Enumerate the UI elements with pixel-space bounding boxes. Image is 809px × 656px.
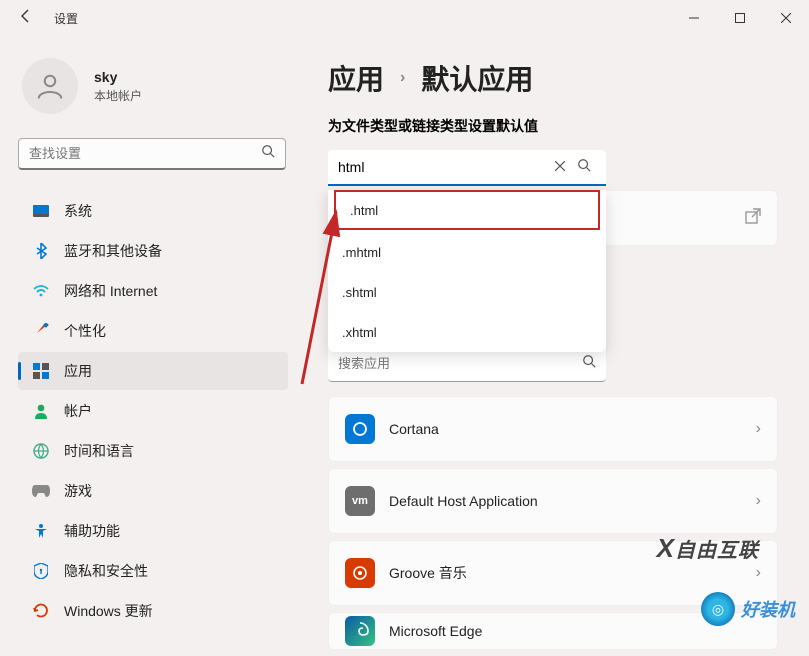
monitor-icon: [32, 202, 50, 220]
maximize-button[interactable]: [717, 0, 763, 36]
nav-label: 蓝牙和其他设备: [64, 241, 162, 261]
back-button[interactable]: [18, 8, 34, 29]
bluetooth-icon: [32, 242, 50, 260]
search-icon: [582, 354, 596, 373]
app-name: Groove 音乐: [389, 563, 756, 583]
close-button[interactable]: [763, 0, 809, 36]
app-name: Default Host Application: [389, 493, 756, 509]
groove-icon: [345, 558, 375, 588]
user-type: 本地帐户: [94, 87, 142, 104]
nav-system[interactable]: 系统: [18, 192, 288, 230]
nav-label: 时间和语言: [64, 441, 134, 461]
nav-personalization[interactable]: 个性化: [18, 312, 288, 350]
nav-label: 辅助功能: [64, 521, 120, 541]
update-icon: [32, 602, 50, 620]
nav-network[interactable]: 网络和 Internet: [18, 272, 288, 310]
settings-search-input[interactable]: [29, 146, 261, 161]
nav-label: 系统: [64, 201, 92, 221]
suggestions-dropdown: .html .mhtml .shtml .xhtml: [328, 190, 606, 352]
nav-update[interactable]: Windows 更新: [18, 592, 288, 630]
nav-accounts[interactable]: 帐户: [18, 392, 288, 430]
minimize-button[interactable]: [671, 0, 717, 36]
nav-time-language[interactable]: 时间和语言: [18, 432, 288, 470]
nav-label: 帐户: [64, 401, 92, 421]
suggestion-item-xhtml[interactable]: .xhtml: [328, 312, 606, 352]
breadcrumb-separator: ›: [400, 69, 405, 87]
breadcrumb: 应用 › 默认应用: [328, 58, 783, 98]
filetype-search-input[interactable]: [338, 159, 548, 175]
search-icon: [261, 144, 275, 163]
avatar: [22, 58, 78, 114]
nav: 系统 蓝牙和其他设备 网络和 Internet 个性化 应用 帐户 时间和语言: [18, 192, 288, 630]
gamepad-icon: [32, 482, 50, 500]
window-title: 设置: [54, 10, 78, 27]
apps-icon: [32, 362, 50, 380]
sidebar: sky 本地帐户 系统 蓝牙和其他设备 网络和 Internet 个性化 应用: [18, 58, 288, 630]
app-search-input[interactable]: [338, 356, 582, 371]
vm-icon: vm: [345, 486, 375, 516]
watermark-2: ◎ 好装机: [701, 592, 795, 626]
suggestion-item-shtml[interactable]: .shtml: [328, 272, 606, 312]
chevron-right-icon: ›: [756, 420, 761, 438]
suggestion-item-html[interactable]: .html: [334, 190, 600, 230]
section-subtitle: 为文件类型或链接类型设置默认值: [328, 116, 783, 136]
nav-label: 个性化: [64, 321, 106, 341]
watermark-logo-icon: ◎: [701, 592, 735, 626]
app-card-default-host[interactable]: vm Default Host Application ›: [328, 468, 778, 534]
nav-bluetooth[interactable]: 蓝牙和其他设备: [18, 232, 288, 270]
titlebar: 设置: [0, 0, 809, 36]
search-icon[interactable]: [572, 158, 596, 177]
suggestion-item-mhtml[interactable]: .mhtml: [328, 232, 606, 272]
clock-globe-icon: [32, 442, 50, 460]
nav-label: Windows 更新: [64, 601, 153, 621]
breadcrumb-root[interactable]: 应用: [328, 58, 384, 98]
cortana-icon: [345, 414, 375, 444]
external-link-icon: [745, 208, 761, 229]
shield-icon: [32, 562, 50, 580]
main-content: 应用 › 默认应用 为文件类型或链接类型设置默认值 .html .mhtml .…: [328, 58, 783, 656]
chevron-right-icon: ›: [756, 492, 761, 510]
nav-label: 隐私和安全性: [64, 561, 148, 581]
filetype-search[interactable]: [328, 150, 606, 186]
nav-apps[interactable]: 应用: [18, 352, 288, 390]
app-card-cortana[interactable]: Cortana ›: [328, 396, 778, 462]
nav-label: 游戏: [64, 481, 92, 501]
wifi-icon: [32, 282, 50, 300]
nav-privacy[interactable]: 隐私和安全性: [18, 552, 288, 590]
nav-label: 网络和 Internet: [64, 281, 157, 301]
breadcrumb-current: 默认应用: [421, 58, 533, 98]
settings-search[interactable]: [18, 138, 286, 170]
app-name: Cortana: [389, 421, 756, 437]
person-icon: [32, 402, 50, 420]
nav-label: 应用: [64, 361, 92, 381]
edge-icon: [345, 616, 375, 646]
nav-gaming[interactable]: 游戏: [18, 472, 288, 510]
clear-icon[interactable]: [548, 158, 572, 176]
user-profile[interactable]: sky 本地帐户: [22, 58, 288, 114]
nav-accessibility[interactable]: 辅助功能: [18, 512, 288, 550]
chevron-right-icon: ›: [756, 564, 761, 582]
brush-icon: [32, 322, 50, 340]
user-name: sky: [94, 69, 142, 85]
watermark-1: X自由互联: [657, 533, 759, 564]
accessibility-icon: [32, 522, 50, 540]
